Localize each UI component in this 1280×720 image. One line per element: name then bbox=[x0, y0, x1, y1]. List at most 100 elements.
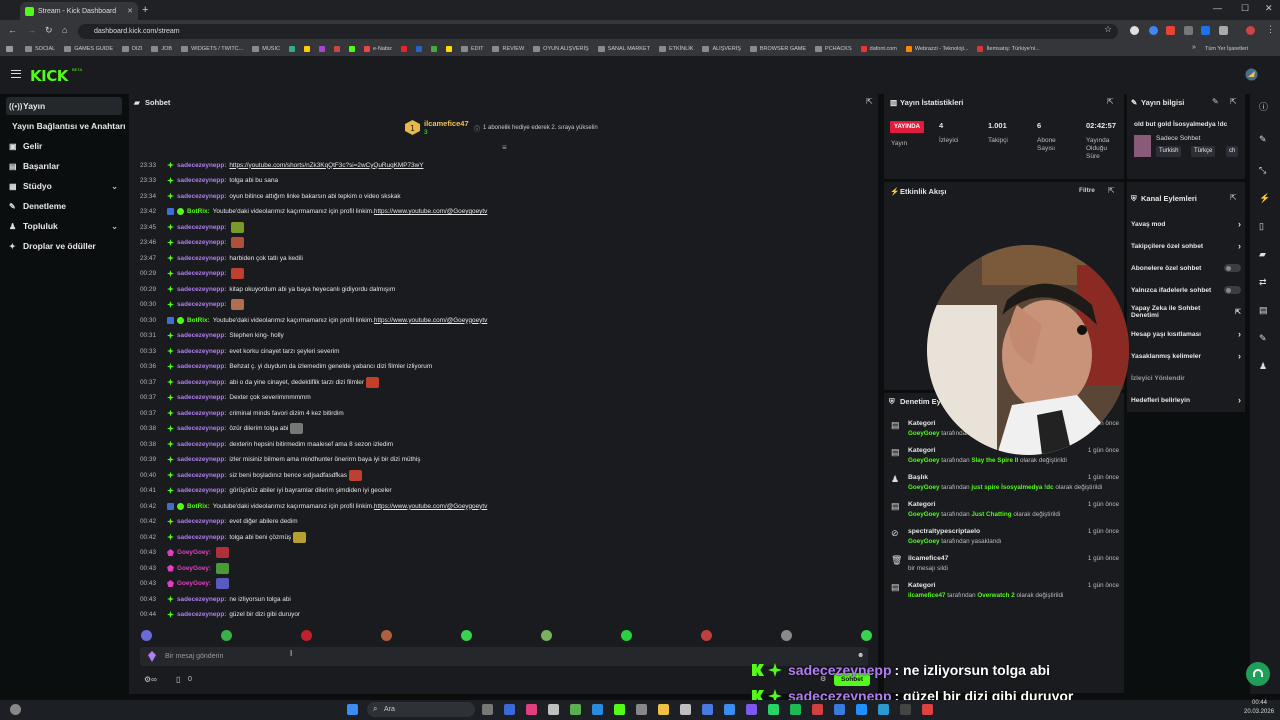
sidebar-item-denetleme[interactable]: ✎ Denetleme bbox=[6, 197, 122, 215]
sidebar-item-gelir[interactable]: ▣ Gelir bbox=[6, 137, 122, 155]
chat-username[interactable]: GoeyGoey: bbox=[177, 565, 211, 572]
taskbar-app-icon[interactable] bbox=[790, 704, 801, 715]
chat-username[interactable]: sadecezeynepp: bbox=[177, 177, 226, 184]
sidebar-item-basarilar[interactable]: ▤ Başarılar bbox=[6, 157, 122, 175]
sidebar-item-topluluk[interactable]: ♟ Topluluk ⌄ bbox=[6, 217, 122, 235]
bookmark-icon[interactable] bbox=[415, 46, 422, 52]
bookmark-folder[interactable]: WIDGETS / TWITC... bbox=[181, 46, 243, 52]
bookmark-folder[interactable]: JOB bbox=[151, 46, 172, 52]
bookmark-folder[interactable]: ALIŞVERİŞ bbox=[702, 46, 741, 52]
chat-username[interactable]: BotRix: bbox=[187, 208, 210, 215]
bookmark-folder[interactable]: BROWSER GAME bbox=[749, 46, 806, 52]
kick-logo[interactable]: KICK bbox=[30, 67, 68, 85]
chat-username[interactable]: GoeyGoey: bbox=[177, 549, 211, 556]
hamburger-menu-icon[interactable] bbox=[11, 70, 21, 78]
forward-button[interactable]: → bbox=[27, 25, 36, 35]
taskbar-app-icon[interactable] bbox=[636, 704, 647, 715]
taskbar-search[interactable]: Ara bbox=[367, 702, 475, 717]
widgets-icon[interactable] bbox=[10, 704, 21, 715]
mod-actor[interactable]: GoeyGoey bbox=[908, 538, 940, 545]
taskbar-app-icon[interactable] bbox=[900, 704, 911, 715]
taskbar-app-icon[interactable] bbox=[482, 704, 493, 715]
menu-icon[interactable]: ⋮ bbox=[1266, 24, 1275, 35]
bookmark-star-icon[interactable]: ☆ bbox=[1104, 24, 1112, 35]
chat-username[interactable]: sadecezeynepp: bbox=[177, 394, 226, 401]
toggle-switch[interactable] bbox=[1224, 286, 1241, 294]
url-field[interactable]: dashboard.kick.com/stream bbox=[78, 24, 1118, 39]
bookmark-folder[interactable]: OYUN ALIŞVERİŞ bbox=[533, 46, 589, 52]
bookmark-icon[interactable] bbox=[430, 46, 437, 52]
quick-emote-button[interactable] bbox=[621, 630, 632, 641]
raid-icon[interactable]: ⇄ bbox=[1259, 277, 1267, 288]
chat-link[interactable]: https://www.youtube.com/@Goeygoeytv bbox=[374, 317, 487, 324]
viewer-list-icon[interactable]: ▯ bbox=[176, 675, 180, 684]
bookmark-icon[interactable] bbox=[303, 46, 310, 52]
quick-emote-button[interactable] bbox=[861, 630, 872, 641]
mod-actor[interactable]: ilcamefice47 bbox=[908, 592, 945, 599]
chat-username[interactable]: sadecezeynepp: bbox=[177, 472, 226, 479]
sidebar-item-yayin[interactable]: ((•)) Yayın bbox=[6, 97, 122, 115]
bookmark-icon[interactable] bbox=[348, 46, 355, 52]
bookmark-icon[interactable] bbox=[400, 46, 407, 52]
chat-username[interactable]: sadecezeynepp: bbox=[177, 255, 226, 262]
chat-username[interactable]: BotRix: bbox=[187, 503, 210, 510]
bookmark-icon[interactable] bbox=[333, 46, 340, 52]
extension-icon[interactable] bbox=[1219, 26, 1228, 35]
chat-username[interactable]: sadecezeynepp: bbox=[177, 518, 226, 525]
extension-icon[interactable] bbox=[1201, 26, 1210, 35]
settings-link-icon[interactable]: ⚙∞ bbox=[144, 675, 157, 684]
edit-pencil-icon[interactable]: ✎ bbox=[1212, 97, 1219, 106]
taskbar-app-icon[interactable] bbox=[812, 704, 823, 715]
bookmark-link[interactable]: İtemsatış: Türkiye'ni... bbox=[977, 46, 1040, 52]
users-icon[interactable]: ♟ bbox=[1259, 361, 1267, 372]
tag-chip[interactable]: Türkçe bbox=[1191, 146, 1216, 157]
chat-username[interactable]: sadecezeynepp: bbox=[177, 332, 226, 339]
bookmark-folder[interactable]: REVIEW bbox=[492, 46, 524, 52]
chat-username[interactable]: sadecezeynepp: bbox=[177, 162, 226, 169]
taskbar-app-icon[interactable] bbox=[548, 704, 559, 715]
emoji-icon[interactable]: ☻ bbox=[857, 652, 864, 659]
back-button[interactable]: ← bbox=[8, 25, 17, 35]
chat-username[interactable]: sadecezeynepp: bbox=[177, 286, 226, 293]
chat-username[interactable]: sadecezeynepp: bbox=[177, 193, 226, 200]
extension-icon[interactable] bbox=[1166, 26, 1175, 35]
chat-username[interactable]: sadecezeynepp: bbox=[177, 379, 226, 386]
channel-action-item[interactable]: Yasaklanmış kelimeler › bbox=[1131, 350, 1241, 362]
more-bookmarks-icon[interactable]: » bbox=[1192, 44, 1196, 51]
taskbar-app-icon[interactable] bbox=[592, 704, 603, 715]
channel-action-item[interactable]: Yalnızca ifadelerle sohbet bbox=[1131, 284, 1241, 296]
popout-icon[interactable]: ⇱ bbox=[866, 97, 873, 106]
chat-username[interactable]: sadecezeynepp: bbox=[177, 596, 226, 603]
browser-tab[interactable]: Stream - Kick Dashboard ✕ bbox=[20, 2, 138, 20]
quick-emote-button[interactable] bbox=[381, 630, 392, 641]
bookmark-icon[interactable] bbox=[318, 46, 325, 52]
chat-username[interactable]: sadecezeynepp: bbox=[177, 441, 226, 448]
taskbar-app-icon[interactable] bbox=[526, 704, 537, 715]
category-name[interactable]: Sadece Sohbet bbox=[1156, 135, 1200, 142]
windows-start-icon[interactable] bbox=[347, 704, 358, 715]
new-tab-button[interactable]: + bbox=[142, 4, 148, 16]
channel-action-item[interactable]: Hedefleri belirleyin › bbox=[1131, 394, 1241, 406]
quick-emote-button[interactable] bbox=[781, 630, 792, 641]
chat-username[interactable]: sadecezeynepp: bbox=[177, 301, 226, 308]
tag-chip[interactable]: ch bbox=[1226, 146, 1239, 157]
bookmark-folder[interactable]: DIZI bbox=[122, 46, 142, 52]
quick-emote-button[interactable] bbox=[701, 630, 712, 641]
bookmark-folder[interactable]: GAMES GUIDE bbox=[64, 46, 113, 52]
tag-chip[interactable]: Turkish bbox=[1156, 146, 1182, 157]
extension-icon[interactable] bbox=[1130, 26, 1139, 35]
channel-action-item[interactable]: Abonelere özel sohbet bbox=[1131, 262, 1241, 274]
bookmark-link[interactable]: Webrazzi - Teknoloji... bbox=[905, 46, 968, 52]
taskbar-app-icon[interactable] bbox=[702, 704, 713, 715]
chat-username[interactable]: BotRix: bbox=[187, 317, 210, 324]
popout-icon[interactable]: ⇱ bbox=[1230, 97, 1237, 106]
maximize-button[interactable]: ☐ bbox=[1241, 3, 1249, 14]
bookmark-folder[interactable]: SANAL MARKET bbox=[597, 46, 650, 52]
chat-icon[interactable]: ▰ bbox=[1259, 249, 1266, 260]
scroll-handle-icon[interactable]: ≡ bbox=[502, 143, 507, 152]
help-icon[interactable]: ⓘ bbox=[1259, 100, 1268, 113]
mod-actor[interactable]: GoeyGoey bbox=[908, 457, 940, 464]
chat-link[interactable]: https://www.youtube.com/@Goeygoeytv bbox=[374, 503, 487, 510]
chat-username[interactable]: sadecezeynepp: bbox=[177, 456, 226, 463]
popout-icon[interactable]: ⇱ bbox=[1108, 186, 1115, 195]
